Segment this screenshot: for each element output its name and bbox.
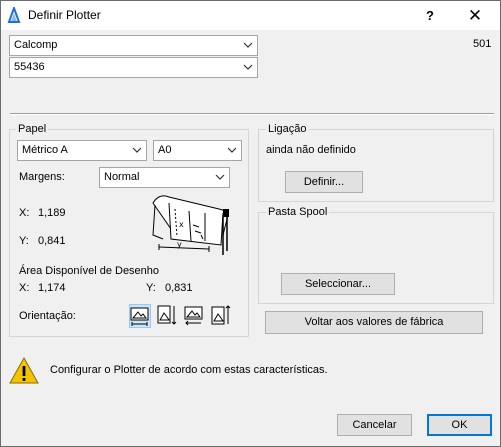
margins-value: Normal: [104, 171, 140, 183]
chevron-down-icon: [227, 147, 237, 153]
orientation-landscape-button[interactable]: [129, 304, 151, 328]
svg-text:x: x: [179, 220, 184, 229]
spool-group-title: Pasta Spool: [266, 206, 330, 218]
plotter-illustration-icon: x y: [152, 195, 229, 255]
paper-type-select[interactable]: Métrico A: [17, 140, 147, 161]
y-label: Y:: [19, 235, 29, 247]
orientation-portrait-button[interactable]: [156, 304, 178, 328]
close-button[interactable]: ✕: [452, 1, 498, 30]
connection-group-title: Ligação: [266, 123, 309, 135]
portrait-orientation-icon: [157, 305, 177, 325]
x-label: X:: [19, 207, 30, 219]
paper-size-value: A0: [158, 144, 172, 156]
cancel-button[interactable]: Cancelar: [337, 414, 412, 436]
help-button[interactable]: ?: [407, 1, 453, 30]
chevron-down-icon: [243, 64, 253, 70]
margins-select[interactable]: Normal: [99, 167, 230, 188]
plotter-app-icon: [7, 7, 21, 23]
area-y-label: Y:: [146, 282, 156, 294]
plotter-variant-select[interactable]: 55436: [9, 57, 258, 78]
paper-type-value: Métrico A: [22, 144, 68, 156]
window-title: Definir Plotter: [28, 8, 101, 22]
area-x-value: 1,174: [38, 282, 66, 294]
chevron-down-icon: [132, 147, 142, 153]
orientation-landscape-rotated-button[interactable]: [183, 304, 205, 328]
area-y-value: 0,831: [165, 282, 193, 294]
y-value: 0,841: [38, 235, 66, 247]
plotter-dialog: Definir Plotter ? ✕ Calcomp 501 55436 Pa…: [0, 0, 501, 447]
drawable-area-label: Área Disponível de Desenho: [19, 265, 160, 277]
reset-defaults-button[interactable]: Voltar aos valores de fábrica: [265, 311, 483, 334]
portrait-rotated-icon: [211, 305, 231, 325]
select-spool-button[interactable]: Seleccionar...: [281, 273, 395, 295]
warning-icon: [9, 356, 39, 384]
ok-button[interactable]: OK: [427, 414, 492, 436]
model-number: 501: [473, 38, 492, 50]
plotter-model-value: Calcomp: [14, 39, 58, 51]
plotter-model-select[interactable]: Calcomp: [9, 35, 258, 56]
landscape-orientation-icon: [130, 307, 149, 326]
paper-group-title: Papel: [16, 123, 49, 135]
info-message: Configurar o Plotter de acordo com estas…: [50, 364, 328, 376]
x-value: 1,189: [38, 207, 66, 219]
area-x-label: X:: [19, 282, 30, 294]
svg-text:y: y: [177, 240, 182, 249]
plotter-variant-value: 55436: [14, 61, 45, 73]
orientation-portrait-rotated-button[interactable]: [210, 304, 232, 328]
chevron-down-icon: [215, 174, 225, 180]
title-bar: Definir Plotter ? ✕: [1, 1, 500, 30]
connection-status: ainda não definido: [266, 144, 356, 156]
define-connection-button[interactable]: Definir...: [285, 171, 363, 193]
margins-label: Margens:: [19, 171, 65, 183]
chevron-down-icon: [243, 42, 253, 48]
orientation-label: Orientação:: [19, 310, 76, 322]
landscape-rotated-icon: [184, 306, 203, 326]
paper-size-select[interactable]: A0: [153, 140, 242, 161]
separator: [10, 113, 494, 115]
